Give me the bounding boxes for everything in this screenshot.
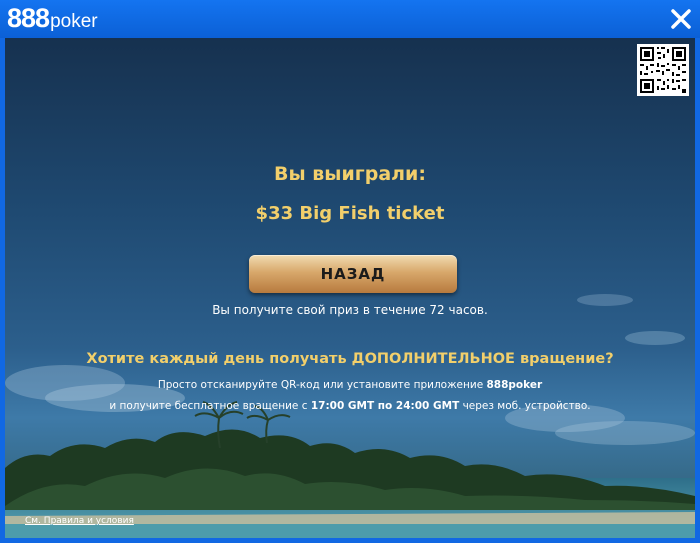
terms-link[interactable]: См. Правила и условия [25, 516, 134, 526]
logo-number: 888 [7, 3, 50, 33]
time-from: 17:00 GMT [310, 400, 375, 412]
promo-instruction-line-2: и получите бесплатное вращение с 17:00 G… [5, 400, 695, 412]
prize-text: $33 Big Fish ticket [255, 203, 445, 224]
close-button[interactable] [668, 6, 694, 32]
logo-word: poker [50, 11, 98, 32]
time-to: 24:00 GMT [395, 400, 460, 412]
promo-window: 888 poker Вы выиграли: $33 Big Fish tick… [0, 0, 700, 543]
line1-text: Просто отсканируйте QR-код или установит… [157, 379, 487, 391]
line2-text-post: через моб. устройство. [459, 400, 591, 412]
promo-instruction-line-1: Просто отсканируйте QR-код или установит… [5, 379, 695, 391]
qr-code-image [637, 44, 689, 96]
close-icon [671, 9, 691, 29]
back-button[interactable]: НАЗАД [249, 255, 457, 293]
line2-text-pre: и получите бесплатное вращение с [109, 400, 311, 412]
prize-delivery-note: Вы получите свой приз в течение 72 часов… [212, 303, 488, 317]
promo-question: Хотите каждый день получать ДОПОЛНИТЕЛЬН… [86, 351, 614, 367]
time-separator: по [374, 400, 396, 412]
888poker-logo: 888 poker [7, 3, 98, 33]
app-name: 888poker [486, 379, 543, 391]
promo-content: Вы выиграли: $33 Big Fish ticket НАЗАД В… [5, 38, 695, 538]
titlebar: 888 poker [0, 0, 700, 38]
win-title: Вы выиграли: [274, 163, 426, 185]
